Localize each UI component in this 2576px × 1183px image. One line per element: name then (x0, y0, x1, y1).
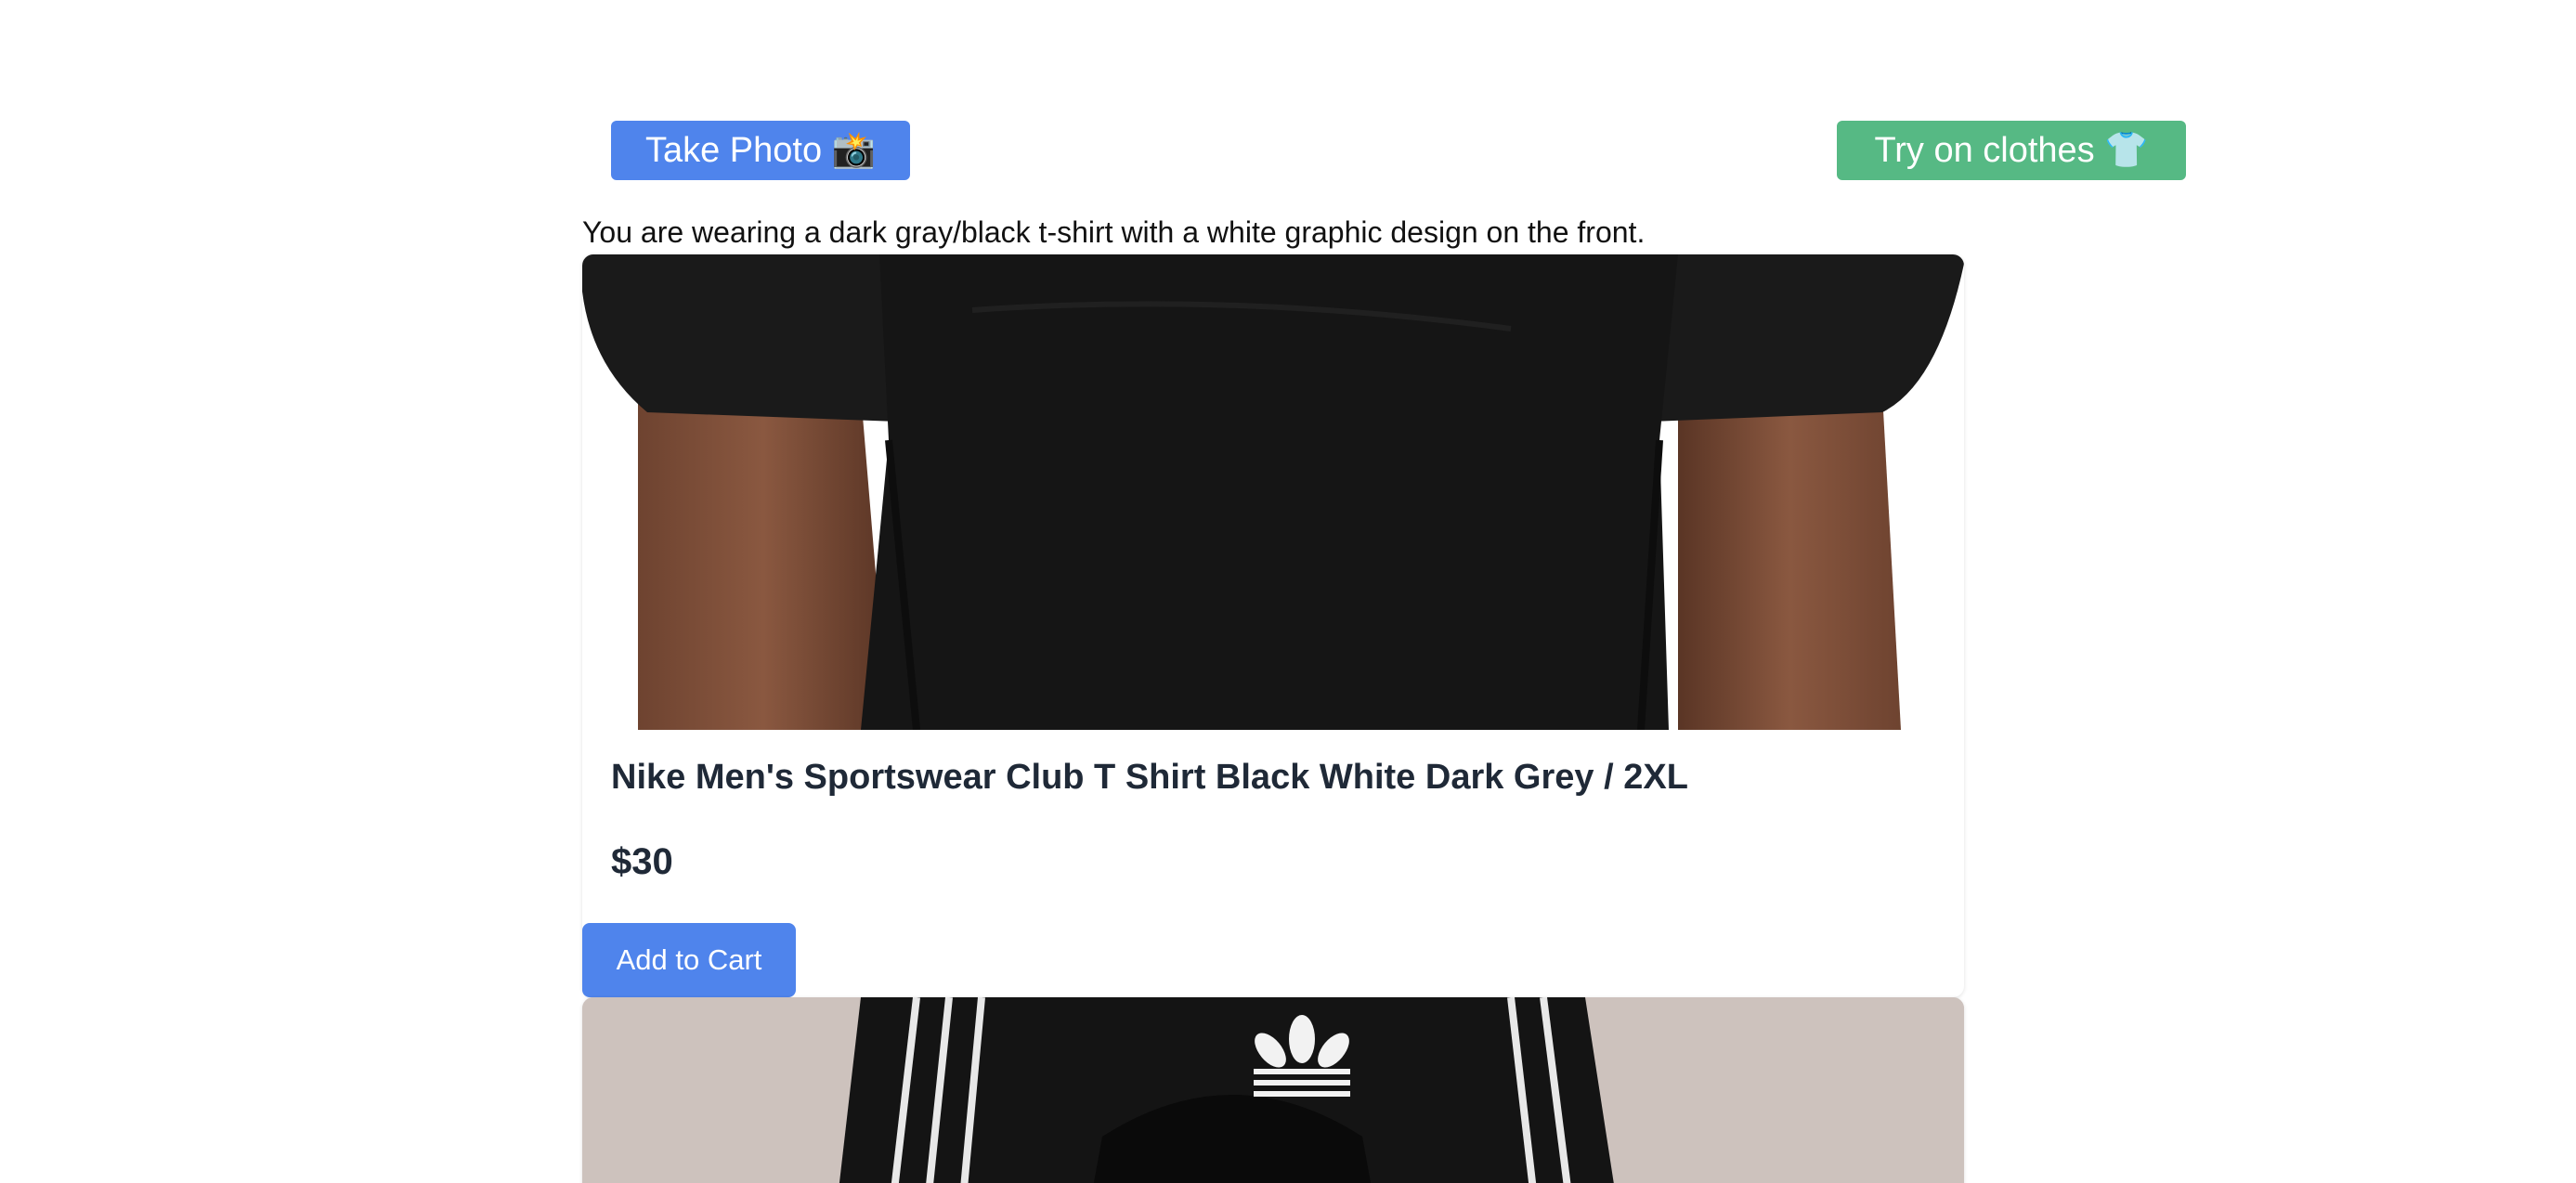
product-image (582, 254, 1964, 730)
product-title: Nike Men's Sportswear Club T Shirt Black… (611, 758, 1688, 797)
try-on-clothes-button[interactable]: Try on clothes 👕 (1837, 121, 2186, 180)
black-tshirt-photo-icon (582, 254, 1964, 730)
toolbar: Take Photo 📸 Try on clothes 👕 (611, 121, 2186, 180)
take-photo-button[interactable]: Take Photo 📸 (611, 121, 910, 180)
product-card (582, 254, 1964, 997)
product-card (582, 997, 1964, 1183)
adidas-black-top-photo-icon (582, 997, 1964, 1183)
add-to-cart-button[interactable]: Add to Cart (582, 923, 796, 997)
page: Take Photo 📸 Try on clothes 👕 You are we… (0, 0, 2576, 1183)
product-price: $30 (611, 841, 673, 882)
clothing-description: You are wearing a dark gray/black t-shir… (582, 215, 1646, 249)
product-image (582, 997, 1964, 1183)
